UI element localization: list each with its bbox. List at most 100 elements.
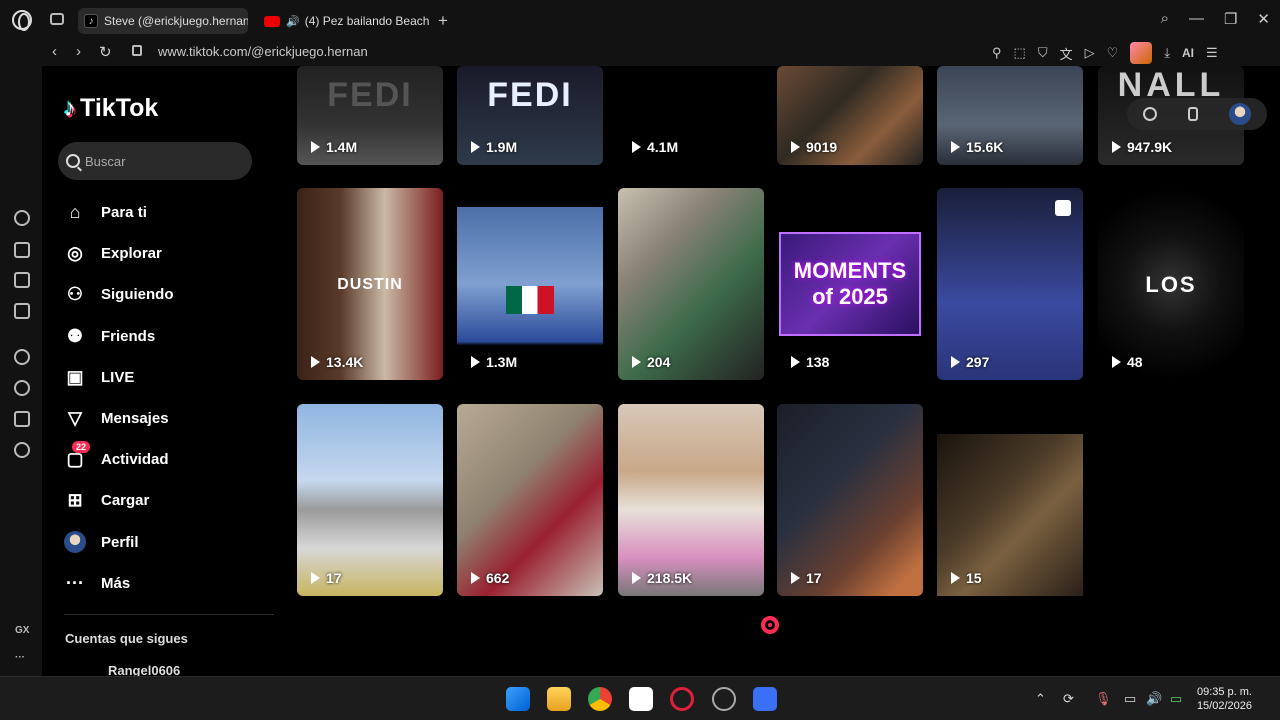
play-icon[interactable]: ▷: [1085, 45, 1095, 61]
opera-gx-taskbar-icon[interactable]: [670, 687, 694, 711]
menu-icon[interactable]: ☰: [1206, 45, 1218, 61]
forward-button[interactable]: ›: [76, 43, 81, 60]
video-tile[interactable]: 662: [457, 404, 603, 596]
back-button[interactable]: ‹: [52, 43, 57, 60]
video-tile[interactable]: FEDI 1.9M: [457, 66, 603, 165]
video-tile[interactable]: DUSTIN 13.4K: [297, 188, 443, 380]
video-tile[interactable]: MOMENTS of 2025 138: [777, 188, 923, 380]
cleaner-icon[interactable]: [14, 242, 30, 258]
nav-item-para-ti[interactable]: ⌂ Para ti: [64, 192, 174, 233]
video-tile[interactable]: 15.6K: [937, 66, 1083, 165]
search-input[interactable]: Buscar: [58, 142, 252, 180]
video-tile[interactable]: 4.1M: [618, 66, 764, 165]
play-icon: [1112, 141, 1121, 153]
youtube-favicon-icon: [264, 15, 280, 27]
play-icon: [632, 572, 641, 584]
show-hidden-icons[interactable]: ⌃: [1035, 691, 1046, 707]
snapshot-icon[interactable]: ⬚: [1014, 45, 1026, 61]
video-tile[interactable]: FEDI 1.4M: [297, 66, 443, 165]
friends-icon: ⚉: [66, 325, 84, 346]
player-icon[interactable]: [14, 349, 30, 365]
history-icon[interactable]: [14, 380, 30, 396]
video-tile[interactable]: 1.3M: [457, 188, 603, 380]
gx-label[interactable]: GX: [15, 625, 29, 636]
video-tile[interactable]: 15: [937, 434, 1083, 596]
chrome-icon[interactable]: [588, 687, 612, 711]
tiktok-note-icon: ♪: [64, 94, 76, 122]
search-placeholder: Buscar: [85, 153, 126, 169]
video-tile[interactable]: 297: [937, 188, 1083, 380]
loading-spinner-icon: [761, 616, 779, 634]
tab-tiktok-profile[interactable]: ♪ Steve (@erickjuego.hernan: [78, 8, 248, 34]
video-tile[interactable]: 17: [777, 404, 923, 596]
battery-icon[interactable]: ▭: [1170, 691, 1182, 707]
network-icon[interactable]: ▭: [1124, 691, 1136, 707]
translate-icon[interactable]: 文: [1060, 44, 1073, 63]
restore-button[interactable]: ❐: [1224, 10, 1237, 28]
reload-button[interactable]: ↻: [99, 43, 112, 61]
download-icon[interactable]: ⤓: [1164, 45, 1170, 61]
tiktok-app-icon[interactable]: [1142, 107, 1157, 121]
photo-icon: [1055, 200, 1071, 216]
sync-icon[interactable]: ⟳: [1063, 691, 1074, 707]
play-icon: [471, 356, 480, 368]
upload-icon: ⊞: [67, 490, 83, 511]
nav-item-friends[interactable]: ⚉ Friends: [64, 316, 174, 357]
close-button[interactable]: ✕: [1257, 10, 1270, 28]
nav-item-siguiendo[interactable]: ⚇ Siguiendo: [64, 274, 174, 315]
play-icon: [311, 572, 320, 584]
following-icon: ⚇: [66, 284, 84, 305]
adblock-shield-icon[interactable]: ⛉: [1038, 45, 1048, 61]
system-clock[interactable]: 09:35 p. m. 15/02/2026: [1197, 685, 1252, 713]
speaker-icon[interactable]: 🔊: [286, 15, 300, 28]
video-tile[interactable]: 218.5K: [618, 404, 764, 596]
more-options-icon[interactable]: ···: [15, 652, 25, 663]
extensions-icon[interactable]: [14, 411, 30, 427]
new-tab-button[interactable]: +: [438, 11, 448, 31]
opera-logo-icon[interactable]: [12, 10, 32, 31]
tab-island-icon[interactable]: [50, 13, 64, 25]
nav-item-perfil[interactable]: Perfil: [64, 522, 174, 563]
heart-icon[interactable]: ♡: [1107, 45, 1119, 61]
nav-item-mas[interactable]: ··· Más: [64, 563, 174, 604]
video-tile[interactable]: LOS 48: [1098, 188, 1244, 380]
steam-icon[interactable]: [712, 687, 736, 711]
volume-icon[interactable]: 🔊: [1146, 691, 1162, 707]
nav-item-cargar[interactable]: ⊞ Cargar: [64, 480, 174, 521]
nav-item-live[interactable]: ▣ LIVE: [64, 357, 174, 398]
nav-item-actividad[interactable]: ▢ 22 Actividad: [64, 439, 174, 480]
messenger-icon[interactable]: [14, 303, 30, 319]
halloween-card: MOMENTS of 2025: [779, 232, 921, 336]
following-user[interactable]: Rangel0606: [108, 663, 180, 676]
pin-icon[interactable]: ⚲: [992, 45, 1002, 61]
minimize-button[interactable]: —: [1189, 10, 1204, 28]
roblox-studio-icon[interactable]: [753, 687, 777, 711]
tiktok-logo[interactable]: ♪ TikTok: [64, 94, 158, 123]
settings-icon[interactable]: [14, 442, 30, 458]
address-bar: ‹ › ↻ www.tiktok.com/@erickjuego.hernan …: [0, 40, 1280, 66]
speed-dial-icon[interactable]: [14, 210, 30, 226]
video-tile[interactable]: 17: [297, 404, 443, 596]
tab-youtube-video[interactable]: 🔊 (4) Pez bailando Beach: [258, 8, 433, 34]
profile-avatar[interactable]: [1229, 103, 1252, 125]
video-tile[interactable]: 9019: [777, 66, 923, 165]
video-tile[interactable]: 204: [618, 188, 764, 380]
clock-time: 09:35 p. m.: [1196, 686, 1252, 698]
windows-taskbar: ⌃ ⟳ 🎙 ▭ 🔊 ▭ 09:35 p. m. 15/02/2026: [0, 676, 1280, 720]
nav-item-explorar[interactable]: ◎ Explorar: [64, 233, 174, 274]
limiter-icon[interactable]: [14, 272, 30, 288]
following-header: Cuentas que sigues: [65, 631, 188, 646]
opera-sidebar: GX ···: [0, 66, 42, 676]
capcut-icon[interactable]: [629, 687, 653, 711]
search-tabs-icon[interactable]: ⌕: [1161, 10, 1169, 28]
nav-item-mensajes[interactable]: ▽ Mensajes: [64, 398, 174, 439]
phone-icon[interactable]: [1187, 107, 1198, 121]
file-explorer-icon[interactable]: [547, 687, 571, 711]
microphone-icon[interactable]: 🎙: [1095, 691, 1112, 707]
live-icon: ▣: [66, 366, 84, 387]
url-field[interactable]: www.tiktok.com/@erickjuego.hernan: [158, 44, 368, 59]
ai-button[interactable]: AI: [1182, 46, 1194, 60]
profile-avatar[interactable]: [1130, 42, 1153, 64]
windows-start-icon[interactable]: [506, 687, 530, 711]
lock-icon[interactable]: [132, 45, 142, 56]
